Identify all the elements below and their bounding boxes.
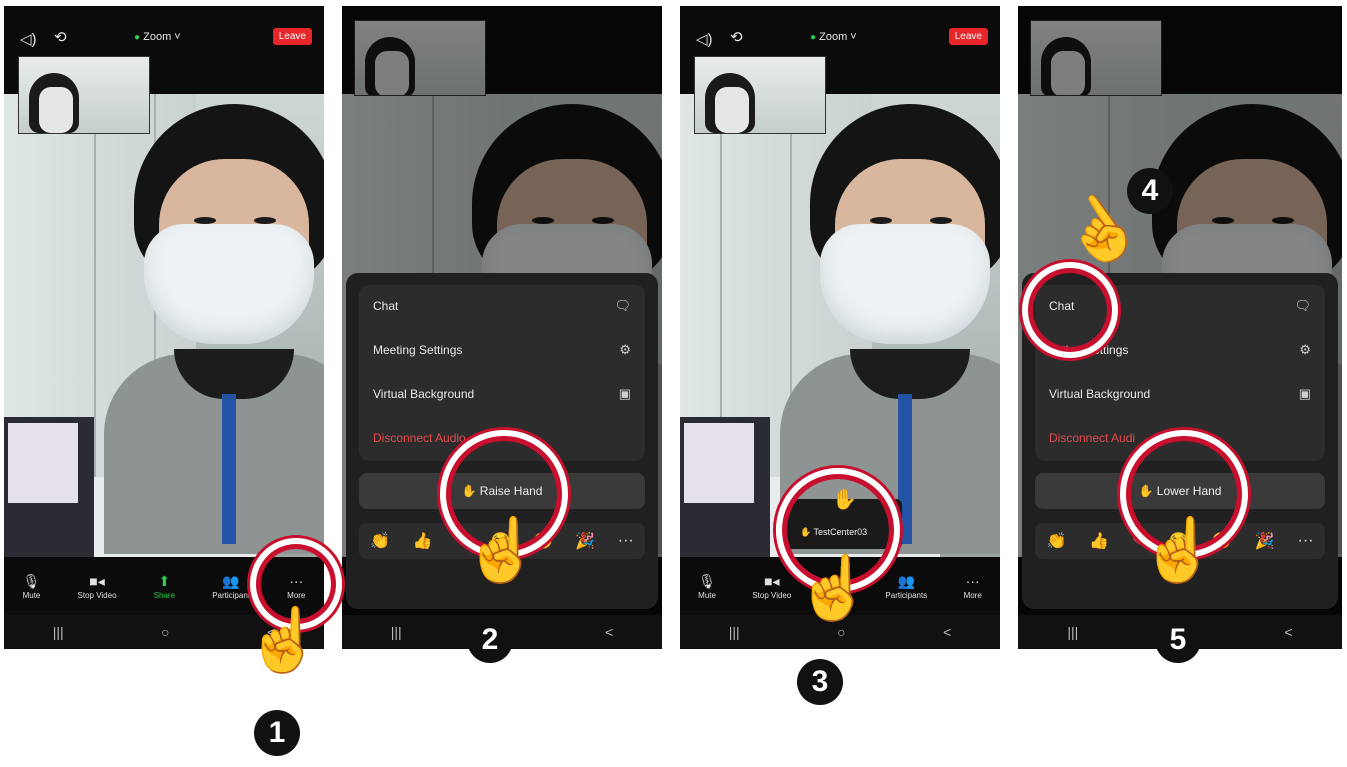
reaction-clap[interactable]: 👏 [370, 531, 390, 551]
speaker-icon[interactable]: ◁) [696, 30, 713, 48]
meeting-title[interactable]: ● Zoom ˅ [810, 31, 857, 43]
leave-button[interactable]: Leave [948, 28, 988, 45]
portrait-icon: ▣ [1298, 386, 1311, 401]
reaction-clap[interactable]: 👏 [1047, 531, 1067, 551]
step-number-5: 5 [1155, 617, 1201, 663]
speaker-icon[interactable]: ◁) [20, 30, 37, 48]
camera-switch-icon[interactable]: ⟲ [54, 28, 67, 46]
menu-item-virtual-background[interactable]: Virtual Background ▣ [1049, 379, 1311, 409]
pointing-hand-icon: ☝ [795, 554, 873, 623]
portrait-icon: ▣ [618, 386, 631, 401]
reaction-tada[interactable]: 🎉 [575, 531, 595, 551]
recents-icon[interactable]: ||| [729, 624, 740, 640]
mute-button[interactable]: 🎙 Mute [23, 573, 41, 600]
video-camera-icon: ■◂ [89, 572, 105, 589]
reaction-tada[interactable]: 🎉 [1255, 531, 1275, 551]
share-button[interactable]: ⬆ Share [154, 573, 175, 600]
gear-icon: ⚙ [619, 342, 631, 357]
step-number-3: 3 [797, 659, 843, 705]
highlight-ring-chat [1022, 262, 1118, 358]
reaction-thumbs-up[interactable]: 👍 [1089, 531, 1109, 551]
gear-icon: ⚙ [1299, 342, 1311, 357]
reaction-more[interactable]: ··· [618, 532, 634, 550]
step-number-4: 4 [1127, 168, 1173, 214]
meeting-title[interactable]: ● Zoom ˅ [134, 31, 181, 43]
recents-icon[interactable]: ||| [1067, 624, 1078, 640]
more-button[interactable]: ··· More [964, 573, 982, 600]
step-number-1: 1 [254, 710, 300, 756]
leave-button[interactable]: Leave [272, 28, 312, 45]
step-number-2: 2 [467, 617, 513, 663]
share-arrow-icon: ⬆ [158, 572, 171, 589]
back-icon[interactable]: < [1284, 624, 1292, 640]
recents-icon[interactable]: ||| [53, 624, 64, 640]
self-view-thumbnail[interactable] [694, 56, 826, 134]
people-icon: 👥 [897, 572, 916, 589]
self-view-thumbnail[interactable] [18, 56, 150, 134]
participants-button[interactable]: 👥 Participants [885, 573, 927, 600]
home-icon[interactable]: ○ [837, 624, 845, 640]
menu-item-chat[interactable]: Chat 🗨 [373, 291, 631, 321]
microphone-icon: 🎙 [22, 572, 41, 589]
microphone-icon: 🎙 [698, 572, 716, 589]
pointing-hand-icon: ☝ [245, 606, 323, 675]
pointing-hand-icon: ☝ [463, 516, 541, 585]
more-dots-icon: ··· [965, 572, 980, 589]
camera-switch-icon[interactable]: ⟲ [730, 28, 743, 46]
participants-button[interactable]: 👥 Participant [212, 573, 250, 600]
chat-bubble-icon: 🗨 [1294, 298, 1311, 313]
home-icon[interactable]: ○ [161, 624, 169, 640]
menu-item-meeting-settings[interactable]: Meeting Settings ⚙ [373, 335, 631, 365]
reaction-thumbs-up[interactable]: 👍 [413, 531, 433, 551]
back-icon[interactable]: < [605, 624, 613, 640]
main-video [4, 94, 324, 557]
stop-video-button[interactable]: ■◂ Stop Video [752, 573, 791, 600]
reaction-more[interactable]: ··· [1298, 532, 1314, 550]
pointing-hand-icon: ☝ [1140, 516, 1218, 585]
stop-video-button[interactable]: ■◂ Stop Video [78, 573, 117, 600]
menu-item-virtual-background[interactable]: Virtual Background ▣ [373, 379, 631, 409]
people-icon: 👥 [222, 572, 240, 589]
video-camera-icon: ■◂ [764, 572, 780, 589]
back-icon[interactable]: < [943, 624, 951, 640]
mute-button[interactable]: 🎙 Mute [698, 573, 716, 600]
recents-icon[interactable]: ||| [391, 624, 402, 640]
chat-bubble-icon: 🗨 [614, 298, 631, 313]
